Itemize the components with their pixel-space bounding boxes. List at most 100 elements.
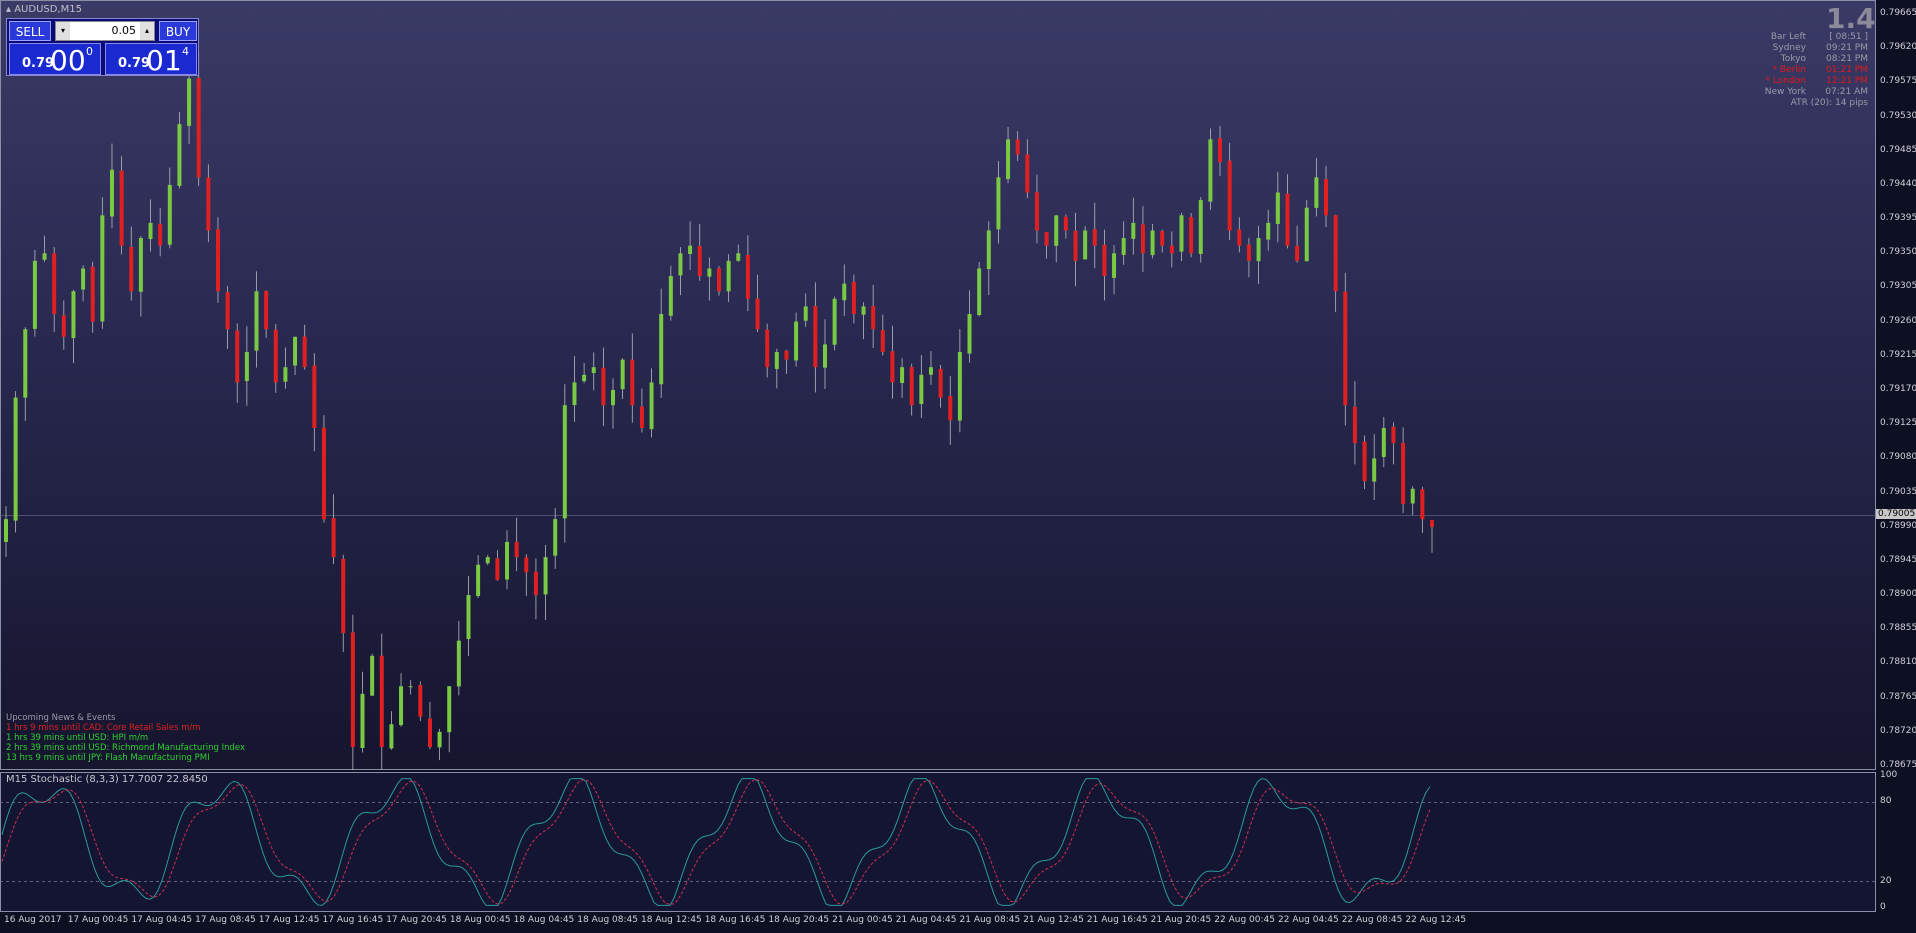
- collapse-arrow-icon[interactable]: ▴: [6, 4, 14, 15]
- session-time: 08:21 PM: [1826, 54, 1868, 64]
- candle-body: [524, 557, 529, 573]
- candle-body: [1063, 216, 1068, 231]
- candle-body: [591, 367, 596, 374]
- candle-body: [495, 558, 500, 580]
- candle-body: [52, 253, 57, 315]
- candle-body: [774, 352, 779, 369]
- candle-body: [81, 268, 86, 290]
- candle-body: [456, 640, 461, 687]
- sell-button[interactable]: SELL: [9, 21, 51, 41]
- candle-body: [476, 564, 481, 596]
- session-name: * Berlin: [1772, 65, 1806, 75]
- candle-body: [447, 686, 452, 733]
- lot-size-input[interactable]: ▾ 0.05 ▴: [55, 21, 155, 41]
- candle-body: [235, 330, 240, 383]
- session-times-panel: Bar Left [ 08:51 ] Sydney 09:21 PM Tokyo 08…: [1720, 32, 1868, 109]
- candle-body: [909, 366, 914, 406]
- candle-body: [399, 686, 404, 726]
- candle-body: [1430, 520, 1434, 527]
- candle-body: [822, 344, 827, 368]
- candle-body: [842, 283, 847, 301]
- candle-body: [321, 427, 326, 520]
- atr-text: ATR (20): 14 pips: [1790, 98, 1868, 108]
- session-time: [ 08:51 ]: [1829, 32, 1868, 42]
- candle-body: [1333, 215, 1338, 292]
- stoch-signal-line: [1, 779, 1431, 905]
- candle-body: [1391, 426, 1396, 444]
- candle-body: [582, 374, 587, 382]
- candle-body: [1208, 139, 1213, 202]
- news-item: 1 hrs 39 mins until USD: HPI m/m: [6, 733, 149, 743]
- bid-quote[interactable]: 0.79 00 0: [9, 43, 101, 77]
- ask-quote[interactable]: 0.79 01 4: [105, 43, 197, 77]
- candle-body: [1420, 489, 1425, 520]
- session-time: 12:21 PM: [1826, 76, 1868, 86]
- candle-body: [273, 329, 278, 383]
- candle-body: [254, 291, 259, 351]
- candle-body: [755, 298, 760, 330]
- candle-body: [1218, 138, 1223, 163]
- candle-body: [832, 298, 837, 345]
- candle-body: [890, 351, 895, 383]
- candle-body: [1121, 238, 1126, 255]
- candle-body: [225, 292, 230, 330]
- candle-body: [1227, 160, 1232, 231]
- atr-row: ATR (20): 14 pips: [1720, 98, 1868, 109]
- news-item: 1 hrs 9 mins until CAD: Core Retail Sale…: [6, 723, 201, 733]
- stoch-main-line: [1, 778, 1431, 906]
- candle-body: [938, 368, 943, 398]
- candle-body: [736, 253, 741, 261]
- candle-body: [302, 336, 307, 368]
- candle-body: [967, 314, 972, 354]
- candle-body: [293, 336, 298, 366]
- candle-body: [948, 395, 953, 421]
- candle-body: [726, 260, 731, 292]
- candle-body: [485, 557, 490, 564]
- session-row: * London 12:21 PM: [1720, 76, 1868, 87]
- lot-size-value[interactable]: 0.05: [112, 24, 137, 37]
- candle-body: [871, 305, 876, 330]
- candle-body: [1410, 488, 1415, 504]
- candle-body: [928, 367, 933, 375]
- candle-body: [109, 169, 114, 217]
- candle-body: [1150, 230, 1155, 256]
- lot-increase-icon[interactable]: ▴: [140, 22, 154, 40]
- candle-body: [1401, 442, 1406, 504]
- candle-body: [215, 229, 220, 292]
- candle-body: [1372, 458, 1377, 482]
- candle-body: [649, 382, 654, 430]
- news-panel: Upcoming News & Events 1 hrs 9 mins unti…: [6, 713, 245, 763]
- candle-body: [129, 246, 134, 292]
- session-row: * Berlin 01:21 PM: [1720, 65, 1868, 76]
- candle-body: [1304, 207, 1309, 262]
- candle-body: [1160, 231, 1165, 246]
- candle-body: [42, 253, 47, 260]
- candle-body: [1362, 441, 1367, 482]
- ask-pips: 01: [146, 44, 182, 77]
- candle-body: [283, 367, 288, 382]
- candle-body: [389, 724, 394, 749]
- one-click-trading-panel: SELL ▾ 0.05 ▴ BUY 0.79 00 0 0.79 01 4: [6, 18, 199, 77]
- candle-body: [418, 685, 423, 717]
- candle-body: [668, 276, 673, 316]
- candle-body: [996, 177, 1001, 230]
- candle-body: [1256, 238, 1261, 262]
- buy-button[interactable]: BUY: [159, 21, 197, 41]
- session-name: Bar Left: [1770, 32, 1806, 42]
- candle-body: [794, 321, 799, 361]
- candle-body: [1295, 245, 1300, 261]
- candle-body: [553, 519, 558, 556]
- candle-body: [688, 245, 693, 255]
- candle-body: [784, 350, 789, 360]
- lot-decrease-icon[interactable]: ▾: [56, 22, 70, 40]
- candle-body: [196, 78, 201, 178]
- news-item: 13 hrs 9 mins until JPY: Flash Manufactu…: [6, 753, 210, 763]
- candle-body: [1285, 193, 1290, 246]
- symbol-title-text: AUDUSD,M15: [14, 4, 82, 15]
- candle-body: [71, 291, 76, 339]
- candle-body: [138, 238, 143, 292]
- candle-body: [611, 390, 616, 406]
- candle-body: [803, 306, 808, 321]
- session-name: * London: [1765, 76, 1806, 86]
- candle-body: [341, 558, 346, 634]
